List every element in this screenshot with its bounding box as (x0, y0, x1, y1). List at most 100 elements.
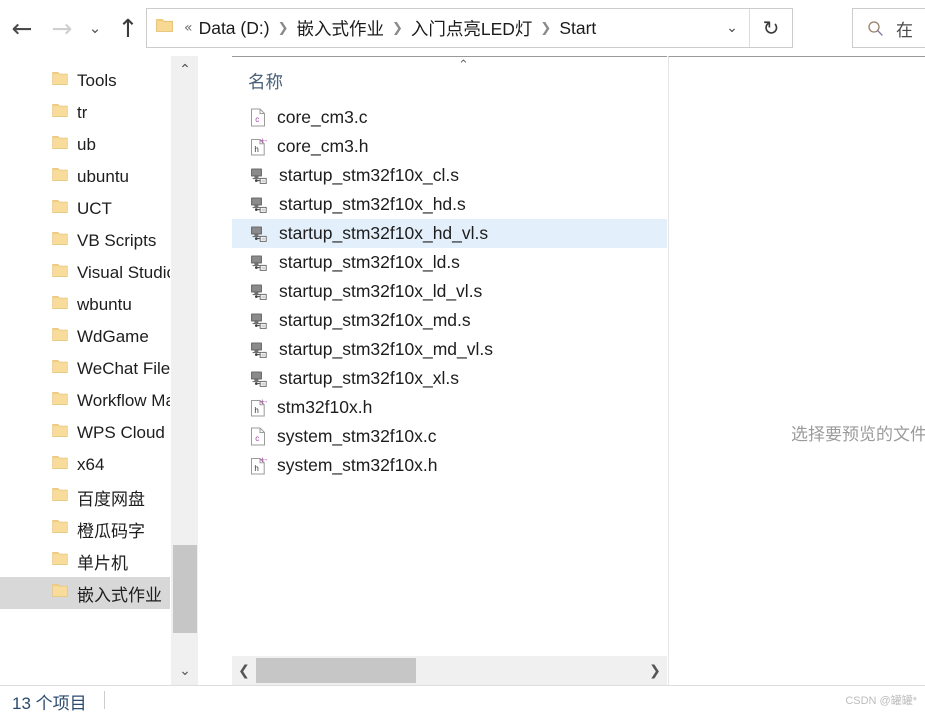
file-explorer-window: ← → ⌄ ↑ « Data (D:) ❯ 嵌入式作业 ❯ 入门点亮LED灯 ❯… (0, 0, 925, 714)
file-row[interactable]: startup_stm32f10x_cl.s (232, 161, 667, 190)
explorer-content: Tools tr ub ubuntu UCT VB Scripts Visual Studi… (0, 56, 925, 685)
address-dropdown-button[interactable]: ⌄ (715, 9, 749, 47)
chevron-left-icon: ❮ (238, 662, 250, 679)
assembly-file-icon (250, 341, 269, 359)
sidebar-item-label: VB Scripts (77, 231, 157, 250)
file-row[interactable]: startup_stm32f10x_ld_vl.s (232, 277, 667, 306)
file-row[interactable]: startup_stm32f10x_xl.s (232, 364, 667, 393)
scroll-right-button[interactable]: ❯ (643, 656, 667, 685)
breadcrumb-overflow[interactable]: « (182, 20, 198, 36)
sidebar-item-3[interactable]: ubuntu (0, 161, 198, 193)
assembly-file-icon (250, 370, 269, 388)
status-divider (104, 691, 105, 709)
h-header-file-icon: h++ (250, 398, 267, 417)
sidebar-item-11[interactable]: WPS Cloud Fil (0, 417, 198, 449)
navigation-pane-scrollbar[interactable]: ⌃ ⌄ (170, 56, 198, 685)
file-row[interactable]: c core_cm3.c (232, 103, 667, 132)
file-row[interactable]: c system_stm32f10x.c (232, 422, 667, 451)
folder-icon (52, 519, 68, 539)
breadcrumb-separator-0[interactable]: ❯ (271, 21, 296, 36)
sidebar-item-1[interactable]: tr (0, 97, 198, 129)
watermark-label: CSDN @罐罐* (845, 695, 917, 707)
navigation-pane: Tools tr ub ubuntu UCT VB Scripts Visual Studi… (0, 56, 198, 685)
sidebar-item-label: Workflow Man (77, 391, 185, 410)
sidebar-item-15[interactable]: 单片机 (0, 545, 198, 577)
scrollbar-thumb[interactable] (173, 545, 197, 633)
breadcrumb-separator-2[interactable]: ❯ (533, 21, 558, 36)
sidebar-item-16[interactable]: 嵌入式作业 (0, 577, 198, 609)
file-name-label: core_cm3.c (277, 107, 368, 127)
sidebar-item-7[interactable]: wbuntu (0, 289, 198, 321)
sidebar-item-12[interactable]: x64 (0, 449, 198, 481)
assembly-file-icon (250, 283, 269, 301)
file-row[interactable]: startup_stm32f10x_md.s (232, 306, 667, 335)
sidebar-item-9[interactable]: WeChat Files (0, 353, 198, 385)
file-row[interactable]: h++ system_stm32f10x.h (232, 451, 667, 480)
assembly-file-icon (250, 225, 269, 243)
folder-icon (52, 327, 68, 347)
recent-locations-button[interactable]: ⌄ (84, 12, 106, 44)
sidebar-item-6[interactable]: Visual Studio 2 (0, 257, 198, 289)
folder-icon (52, 455, 68, 475)
sidebar-item-label: 嵌入式作业 (77, 585, 162, 605)
c-source-file-icon: c (250, 108, 267, 127)
scroll-down-button[interactable]: ⌄ (171, 657, 198, 685)
sidebar-item-2[interactable]: ub (0, 129, 198, 161)
scroll-up-button[interactable]: ⌃ (171, 56, 198, 84)
breadcrumb-item-3[interactable]: Start (558, 18, 597, 39)
file-list-horizontal-scrollbar[interactable]: ❮ ❯ (232, 656, 667, 685)
breadcrumb-separator-1[interactable]: ❯ (385, 21, 410, 36)
back-button[interactable]: ← (6, 12, 38, 44)
search-box[interactable]: 在 (852, 8, 925, 48)
file-row[interactable]: startup_stm32f10x_hd_vl.s (232, 219, 667, 248)
breadcrumb-item-0[interactable]: Data (D:) (198, 18, 271, 39)
svg-text:++: ++ (260, 137, 267, 146)
file-name-label: startup_stm32f10x_hd.s (279, 194, 466, 214)
folder-icon (52, 423, 68, 443)
column-header-name[interactable]: 名称 (248, 69, 283, 94)
folder-icon (52, 295, 68, 315)
file-list: ccore_cm3.ch++core_cm3.hstartup_stm32f10… (232, 103, 667, 480)
folder-icon (52, 359, 68, 379)
file-row[interactable]: startup_stm32f10x_hd.s (232, 190, 667, 219)
folder-icon (52, 583, 68, 603)
breadcrumb-item-2[interactable]: 入门点亮LED灯 (410, 16, 534, 41)
refresh-button[interactable]: ↻ (749, 9, 792, 47)
chevron-up-icon: ⌃ (179, 62, 191, 78)
sidebar-item-label: wbuntu (77, 295, 132, 314)
sidebar-item-0[interactable]: Tools (0, 65, 198, 97)
sidebar-item-14[interactable]: 橙瓜码字 (0, 513, 198, 545)
folder-icon (52, 167, 68, 187)
scrollbar-thumb[interactable] (256, 658, 416, 683)
file-row[interactable]: startup_stm32f10x_ld.s (232, 248, 667, 277)
preview-pane: 选择要预览的文件 (668, 56, 925, 685)
breadcrumb-item-1[interactable]: 嵌入式作业 (295, 16, 385, 41)
svg-text:c: c (255, 434, 259, 443)
file-name-label: startup_stm32f10x_md.s (279, 310, 471, 330)
svg-text:++: ++ (260, 398, 267, 407)
search-input[interactable]: 在 (896, 16, 913, 41)
file-row[interactable]: h++ stm32f10x.h (232, 393, 667, 422)
sidebar-item-8[interactable]: WdGame (0, 321, 198, 353)
sidebar-item-13[interactable]: 百度网盘 (0, 481, 198, 513)
sidebar-item-10[interactable]: Workflow Man (0, 385, 198, 417)
up-arrow-icon: ↑ (117, 13, 139, 43)
file-name-label: system_stm32f10x.h (277, 455, 438, 475)
file-row[interactable]: startup_stm32f10x_md_vl.s (232, 335, 667, 364)
scroll-left-button[interactable]: ❮ (232, 656, 256, 685)
sidebar-item-5[interactable]: VB Scripts (0, 225, 198, 257)
up-one-level-button[interactable]: ↑ (112, 12, 144, 44)
file-name-label: startup_stm32f10x_ld_vl.s (279, 281, 483, 301)
file-row[interactable]: h++ core_cm3.h (232, 132, 667, 161)
forward-arrow-icon: → (51, 13, 73, 43)
folder-icon (52, 103, 68, 123)
forward-button[interactable]: → (46, 12, 78, 44)
item-count-label: 13 个项目 (12, 694, 87, 713)
svg-text:h: h (254, 145, 258, 154)
assembly-file-icon (250, 167, 269, 185)
h-header-file-icon: h++ (250, 137, 267, 156)
chevron-right-icon: ❯ (649, 662, 661, 679)
sidebar-item-4[interactable]: UCT (0, 193, 198, 225)
address-bar[interactable]: « Data (D:) ❯ 嵌入式作业 ❯ 入门点亮LED灯 ❯ Start ⌄… (146, 8, 793, 48)
sidebar-item-label: x64 (77, 455, 105, 474)
